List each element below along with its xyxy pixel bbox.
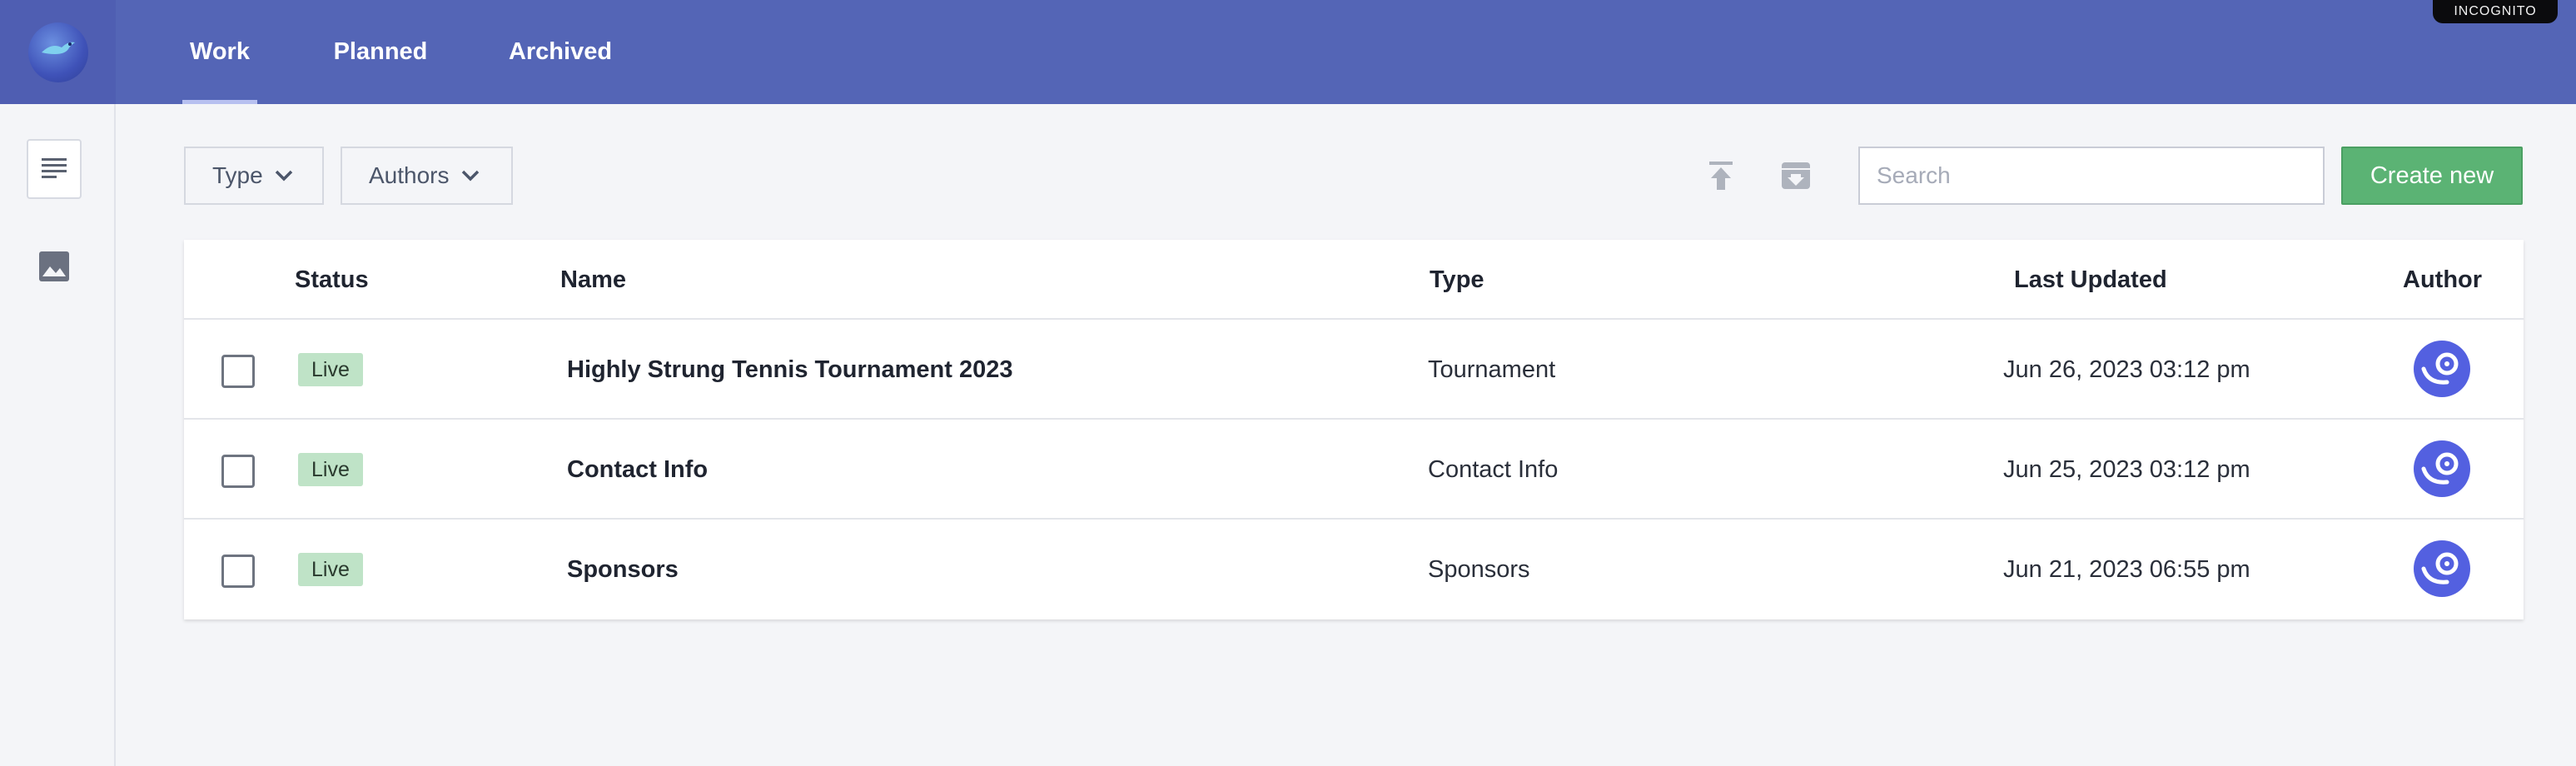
row-name[interactable]: Sponsors (567, 520, 679, 619)
status-badge: Live (298, 353, 363, 386)
row-last-updated: Jun 21, 2023 06:55 pm (2003, 555, 2250, 583)
author-avatar-icon[interactable] (2414, 540, 2470, 597)
sidebar-item-media[interactable] (27, 236, 82, 296)
row-last-updated: Jun 25, 2023 03:12 pm (2003, 455, 2250, 483)
author-avatar-icon[interactable] (2414, 341, 2470, 397)
column-header-name[interactable]: Name (560, 240, 626, 320)
row-type: Tournament (1428, 356, 1556, 383)
column-header-author[interactable]: Author (2403, 240, 2482, 320)
tab-work[interactable]: Work (182, 0, 257, 104)
column-header-type[interactable]: Type (1430, 240, 1484, 320)
type-filter-dropdown[interactable]: Type (184, 147, 324, 205)
column-header-last-updated[interactable]: Last Updated (2014, 240, 2167, 320)
create-new-button[interactable]: Create new (2341, 147, 2523, 205)
tab-archived[interactable]: Archived (489, 0, 632, 104)
top-nav-bar: Work Planned Archived (116, 0, 2576, 104)
column-header-status[interactable]: Status (295, 240, 369, 320)
incognito-badge: INCOGNITO (2433, 0, 2558, 23)
chevron-down-icon (275, 170, 292, 182)
type-filter-label: Type (212, 162, 263, 188)
row-last-updated: Jun 26, 2023 03:12 pm (2003, 356, 2250, 383)
status-badge: Live (298, 453, 363, 486)
image-icon (39, 251, 69, 281)
status-badge: Live (298, 553, 363, 586)
archive-button[interactable] (1775, 155, 1817, 196)
sidebar (0, 0, 116, 766)
logo-cell[interactable] (0, 0, 116, 104)
authors-filter-dropdown[interactable]: Authors (341, 147, 513, 205)
table-row[interactable]: Live Sponsors Sponsors Jun 21, 2023 06:5… (184, 520, 2524, 619)
content-table: Status Name Type Last Updated Author Liv… (184, 240, 2524, 619)
row-checkbox[interactable] (221, 455, 255, 488)
publish-button[interactable] (1700, 155, 1742, 196)
document-list-icon (42, 158, 67, 178)
table-header: Status Name Type Last Updated Author (184, 240, 2524, 320)
search-input[interactable] (1858, 147, 2325, 205)
row-name[interactable]: Highly Strung Tennis Tournament 2023 (567, 320, 1013, 420)
tab-planned[interactable]: Planned (320, 0, 441, 104)
row-name[interactable]: Contact Info (567, 420, 708, 520)
row-checkbox[interactable] (221, 355, 255, 388)
row-type: Sponsors (1428, 555, 1530, 583)
chevron-down-icon (461, 170, 479, 182)
table-row[interactable]: Live Contact Info Contact Info Jun 25, 2… (184, 420, 2524, 520)
bird-logo-icon (41, 42, 75, 54)
app-logo[interactable] (27, 22, 88, 82)
row-type: Contact Info (1428, 455, 1559, 483)
row-checkbox[interactable] (221, 555, 255, 588)
archive-box-icon (1782, 162, 1810, 189)
upload-icon (1709, 162, 1733, 190)
author-avatar-icon[interactable] (2414, 440, 2470, 497)
table-row[interactable]: Live Highly Strung Tennis Tournament 202… (184, 320, 2524, 420)
authors-filter-label: Authors (369, 162, 450, 188)
sidebar-item-content[interactable] (27, 139, 82, 199)
